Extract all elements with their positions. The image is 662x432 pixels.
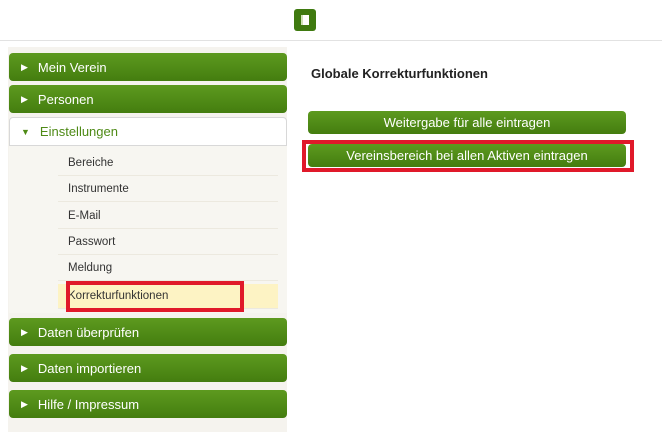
sidebar-item-daten-pruefen[interactable]: ▶ Daten überprüfen — [9, 318, 287, 346]
sidebar-item-label: Daten überprüfen — [37, 324, 140, 340]
book-icon[interactable] — [294, 9, 316, 31]
weitergabe-button[interactable]: Weitergabe für alle eintragen — [308, 111, 626, 134]
caret-right-icon: ▶ — [21, 326, 28, 337]
caret-right-icon: ▶ — [21, 398, 28, 409]
sidebar-item-label: Personen — [37, 91, 94, 107]
sidebar-item-label: Daten importieren — [37, 360, 142, 376]
sidebar-item-label: Einstellungen — [39, 124, 118, 139]
sub-item-meldung[interactable]: Meldung — [58, 256, 278, 281]
page-title: Globale Korrekturfunktionen — [311, 66, 488, 81]
sidebar-item-daten-importieren[interactable]: ▶ Daten importieren — [9, 354, 287, 382]
divider — [0, 40, 662, 41]
caret-right-icon: ▶ — [21, 93, 28, 104]
sub-item-email[interactable]: E-Mail — [58, 204, 278, 229]
sidebar-item-personen[interactable]: ▶ Personen — [9, 85, 287, 113]
sub-item-passwort[interactable]: Passwort — [58, 230, 278, 255]
caret-down-icon: ▼ — [21, 126, 30, 137]
sidebar-item-label: Mein Verein — [37, 59, 107, 75]
highlight-box — [302, 140, 634, 172]
caret-right-icon: ▶ — [21, 61, 28, 72]
sidebar-item-hilfe[interactable]: ▶ Hilfe / Impressum — [9, 390, 287, 418]
caret-right-icon: ▶ — [21, 362, 28, 373]
highlight-box — [66, 281, 244, 312]
sidebar-item-einstellungen[interactable]: ▼ Einstellungen — [9, 117, 287, 146]
sub-item-instrumente[interactable]: Instrumente — [58, 177, 278, 202]
sidebar-item-mein-verein[interactable]: ▶ Mein Verein — [9, 53, 287, 81]
sub-item-bereiche[interactable]: Bereiche — [58, 151, 278, 176]
sidebar-item-label: Hilfe / Impressum — [37, 396, 140, 412]
